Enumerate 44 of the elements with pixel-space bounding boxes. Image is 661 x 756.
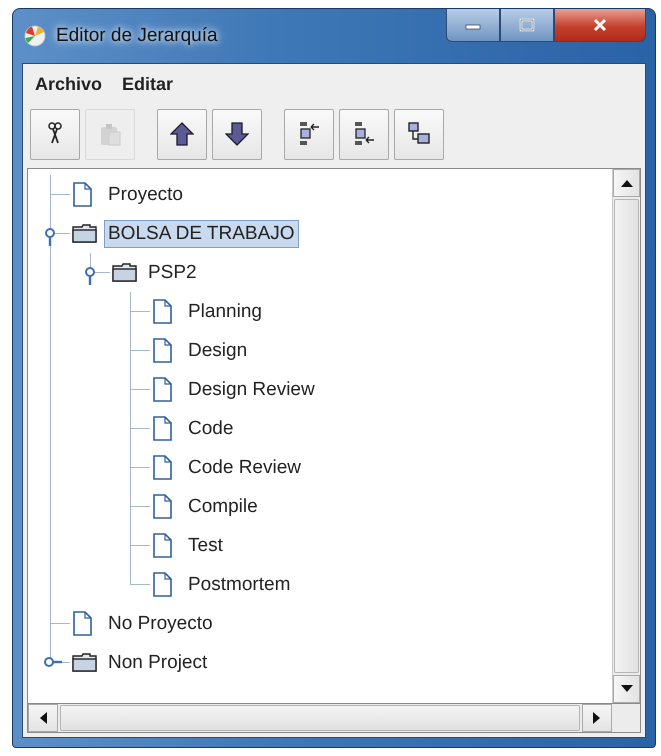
toolbar-button[interactable] [284,108,334,160]
up-arrow-icon [170,121,194,147]
window-title: Editor de Jerarquía [56,25,218,47]
down-arrow-icon [225,121,249,147]
tree-item[interactable]: Proyecto [104,180,187,208]
menu-item[interactable]: Editar [122,74,174,94]
tree-item[interactable]: Code [184,414,238,442]
tree-item[interactable]: Compile [184,492,262,520]
menu-item[interactable]: Archivo [35,74,102,94]
tree-item[interactable]: Design [184,336,252,364]
close-button[interactable] [554,9,646,42]
scroll-right-icon[interactable] [593,712,601,724]
scroll-thumb[interactable] [614,199,639,673]
toolbar-button[interactable] [157,108,207,160]
toolbar-button[interactable] [339,108,389,160]
maximize-button[interactable] [500,9,554,42]
tree-item[interactable]: BOLSA DE TRABAJO [104,220,299,248]
expand-handle-icon[interactable] [43,656,63,668]
app-icon [24,25,46,47]
tree-item[interactable]: No Proyecto [104,610,217,638]
tree-item[interactable]: Planning [184,298,266,326]
tree-item[interactable]: Postmortem [184,570,294,598]
horizontal-scrollbar[interactable] [28,704,612,732]
scroll-up-icon[interactable] [620,179,632,187]
node-insert-icon [297,121,321,147]
scroll-thumb[interactable] [60,705,580,731]
toolbar-button[interactable] [212,108,262,160]
maximize-icon [518,18,536,32]
minimize-button[interactable] [446,9,500,42]
close-icon [591,18,609,32]
scroll-down-icon[interactable] [620,685,632,693]
clipboard-icon [98,121,122,147]
scroll-left-icon[interactable] [39,712,47,724]
tree-item[interactable]: Non Project [104,648,212,676]
expand-handle-icon[interactable] [84,266,96,286]
tree-item[interactable]: Design Review [184,376,319,404]
toolbar-button[interactable] [394,108,444,160]
node-insert-icon [352,121,376,147]
toolbar-button[interactable] [30,108,80,160]
tree-item[interactable]: Code Review [184,454,305,482]
vertical-scrollbar[interactable] [612,169,640,703]
tree-item[interactable]: Test [184,532,227,560]
expand-handle-icon[interactable] [44,227,56,247]
tree-item[interactable]: PSP2 [144,258,201,286]
